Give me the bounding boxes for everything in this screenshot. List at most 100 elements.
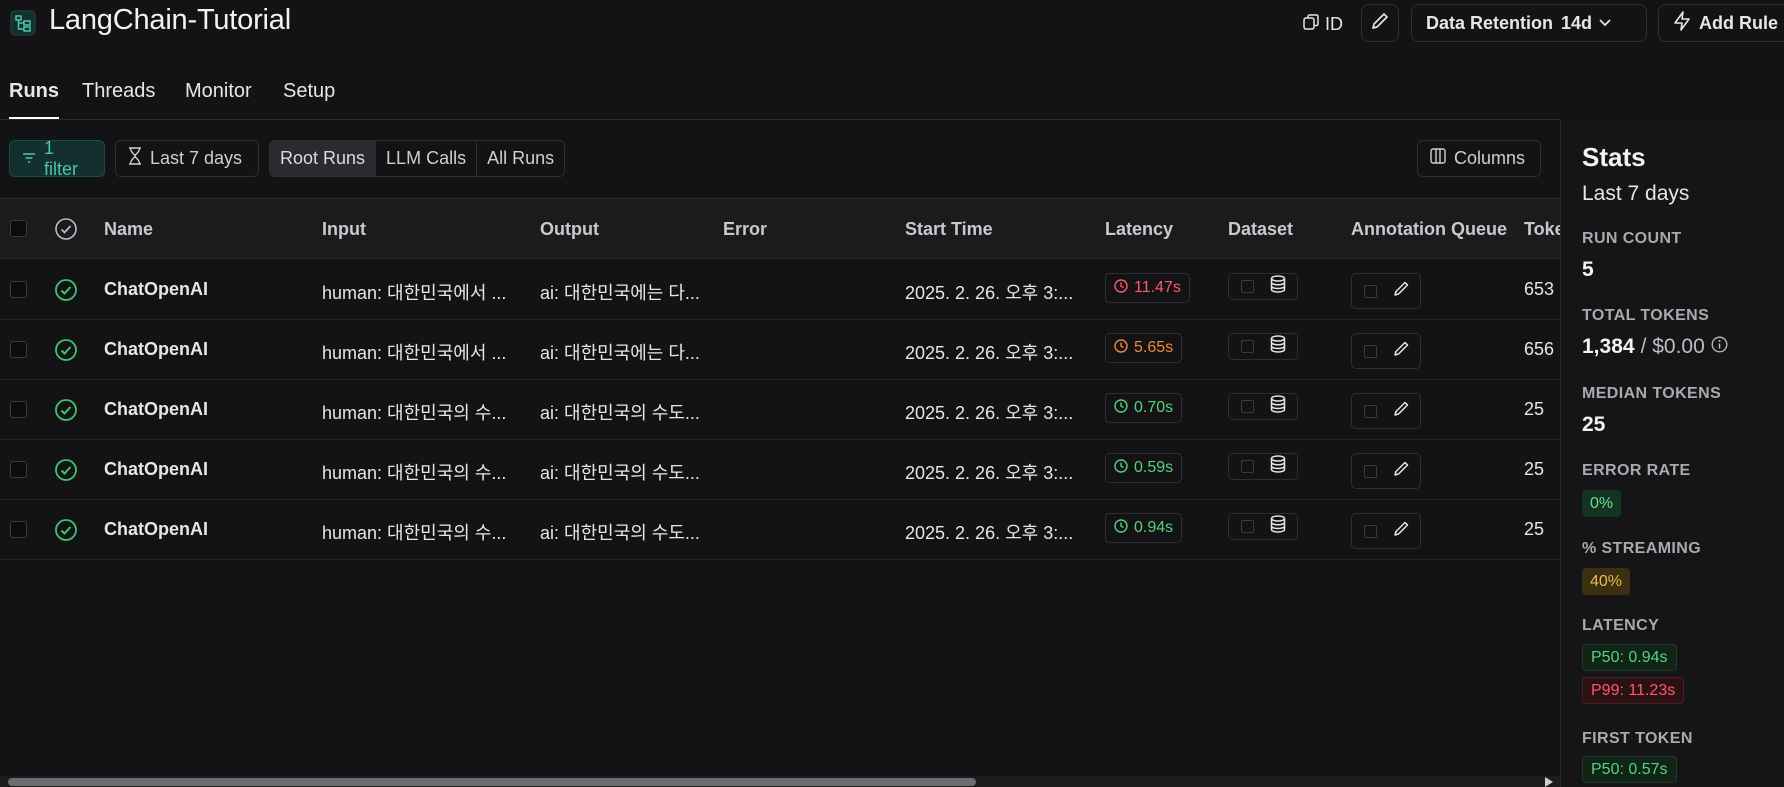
stats-title: Stats: [1582, 142, 1646, 172]
table-row[interactable]: ChatOpenAI human: 대한민국의 수... ai: 대한민국의 수…: [0, 380, 1560, 440]
database-icon[interactable]: [1270, 395, 1286, 418]
dataset-checkbox[interactable]: [1241, 400, 1254, 413]
run-start-time: 2025. 2. 26. 오후 3:...: [905, 463, 1074, 483]
table-row[interactable]: ChatOpenAI human: 대한민국의 수... ai: 대한민국의 수…: [0, 440, 1560, 500]
tab-runs[interactable]: Runs: [9, 80, 59, 119]
database-icon[interactable]: [1270, 455, 1286, 478]
time-range-button[interactable]: Last 7 days: [115, 140, 259, 177]
pencil-icon[interactable]: [1393, 460, 1410, 482]
latency-label: LATENCY: [1582, 617, 1660, 634]
row-checkbox[interactable]: [10, 521, 27, 538]
pencil-icon[interactable]: [1393, 400, 1410, 422]
row-checkbox[interactable]: [10, 281, 27, 298]
copy-icon: [1303, 13, 1319, 35]
median-tokens-label: MEDIAN TOKENS: [1582, 385, 1722, 402]
clock-icon: [1114, 338, 1128, 358]
columns-button[interactable]: Columns: [1417, 140, 1541, 177]
run-name[interactable]: ChatOpenAI: [104, 339, 208, 360]
run-start-time: 2025. 2. 26. 오후 3:...: [905, 343, 1074, 363]
latency-p99-badge: P99: 11.23s: [1582, 677, 1685, 704]
clock-icon: [1114, 278, 1128, 298]
annotation-checkbox[interactable]: [1364, 284, 1377, 298]
retention-select[interactable]: 14d: [1561, 13, 1612, 34]
first-token-label: FIRST TOKEN: [1582, 730, 1693, 747]
run-name[interactable]: ChatOpenAI: [104, 279, 208, 300]
segment-all-runs[interactable]: All Runs: [477, 141, 564, 176]
tab-setup[interactable]: Setup: [283, 80, 335, 117]
latency-p50-badge: P50: 0.94s: [1582, 644, 1677, 671]
run-input: human: 대한민국의 수...: [322, 403, 507, 423]
annotation-queue-control[interactable]: [1351, 453, 1421, 489]
add-to-dataset-control[interactable]: [1228, 273, 1298, 300]
annotation-queue-control[interactable]: [1351, 273, 1421, 309]
column-header-error[interactable]: Error: [723, 219, 767, 240]
pencil-icon[interactable]: [1393, 340, 1410, 362]
streaming-label: % STREAMING: [1582, 540, 1702, 557]
latency-badge: 11.47s: [1105, 273, 1190, 303]
add-to-dataset-control[interactable]: [1228, 333, 1298, 360]
tab-monitor[interactable]: Monitor: [185, 80, 252, 117]
add-to-dataset-control[interactable]: [1228, 393, 1298, 420]
add-rule-button[interactable]: Add Rule: [1658, 4, 1784, 42]
database-icon[interactable]: [1270, 335, 1286, 358]
column-header-output[interactable]: Output: [540, 219, 599, 240]
database-icon[interactable]: [1270, 275, 1286, 298]
column-header-dataset[interactable]: Dataset: [1228, 219, 1293, 240]
tab-threads[interactable]: Threads: [82, 80, 155, 117]
annotation-checkbox[interactable]: [1364, 524, 1377, 538]
table-row[interactable]: ChatOpenAI human: 대한민국의 수... ai: 대한민국의 수…: [0, 500, 1560, 560]
annotation-checkbox[interactable]: [1364, 464, 1377, 478]
copy-id-button[interactable]: ID: [1303, 9, 1343, 39]
run-tokens: 25: [1524, 399, 1545, 419]
total-tokens-row: 1,384 / $0.00: [1582, 335, 1728, 359]
edit-project-button[interactable]: [1361, 4, 1399, 42]
database-icon[interactable]: [1270, 515, 1286, 538]
annotation-queue-control[interactable]: [1351, 393, 1421, 429]
row-checkbox[interactable]: [10, 341, 27, 358]
annotation-checkbox[interactable]: [1364, 404, 1377, 418]
annotation-queue-control[interactable]: [1351, 333, 1421, 369]
run-tokens: 25: [1524, 459, 1545, 479]
run-name[interactable]: ChatOpenAI: [104, 519, 208, 540]
filter-button[interactable]: 1 filter: [9, 137, 105, 179]
annotation-queue-control[interactable]: [1351, 513, 1421, 549]
column-header-start-time[interactable]: Start Time: [905, 219, 993, 240]
run-name[interactable]: ChatOpenAI: [104, 399, 208, 420]
run-count-value: 5: [1582, 258, 1594, 281]
filter-label: 1 filter: [44, 137, 79, 179]
run-output: ai: 대한민국에는 다...: [540, 343, 700, 363]
pencil-icon[interactable]: [1393, 280, 1410, 302]
annotation-checkbox[interactable]: [1364, 344, 1377, 358]
chevron-down-icon: [1598, 13, 1612, 34]
run-output: ai: 대한민국의 수도...: [540, 523, 700, 543]
column-header-tokens[interactable]: Toke: [1524, 219, 1565, 240]
row-checkbox[interactable]: [10, 401, 27, 418]
segment-llm-calls[interactable]: LLM Calls: [376, 141, 478, 176]
dataset-checkbox[interactable]: [1241, 520, 1254, 533]
column-header-name[interactable]: Name: [104, 219, 153, 240]
segment-root-runs[interactable]: Root Runs: [270, 141, 377, 176]
run-output: ai: 대한민국에는 다...: [540, 283, 700, 303]
add-to-dataset-control[interactable]: [1228, 513, 1298, 540]
dataset-checkbox[interactable]: [1241, 340, 1254, 353]
dataset-checkbox[interactable]: [1241, 460, 1254, 473]
latency-value: 0.70s: [1134, 399, 1174, 416]
add-to-dataset-control[interactable]: [1228, 453, 1298, 480]
column-header-latency[interactable]: Latency: [1105, 219, 1173, 240]
success-check-icon: [54, 398, 78, 422]
select-all-checkbox[interactable]: [10, 220, 27, 237]
column-header-input[interactable]: Input: [322, 219, 366, 240]
run-name[interactable]: ChatOpenAI: [104, 459, 208, 480]
dataset-checkbox[interactable]: [1241, 280, 1254, 293]
scroll-right-arrow-icon[interactable]: [1545, 777, 1553, 787]
table-row[interactable]: ChatOpenAI human: 대한민국에서 ... ai: 대한민국에는 …: [0, 260, 1560, 320]
column-header-annotation-queue[interactable]: Annotation Queue: [1351, 219, 1507, 240]
pencil-icon[interactable]: [1393, 520, 1410, 542]
table-row[interactable]: ChatOpenAI human: 대한민국에서 ... ai: 대한민국에는 …: [0, 320, 1560, 380]
info-icon[interactable]: [1711, 335, 1728, 359]
scrollbar-thumb[interactable]: [8, 778, 976, 786]
horizontal-scrollbar[interactable]: [0, 776, 1560, 787]
data-retention-button[interactable]: Data Retention 14d: [1411, 4, 1647, 42]
run-tokens: 653: [1524, 279, 1555, 299]
row-checkbox[interactable]: [10, 461, 27, 478]
